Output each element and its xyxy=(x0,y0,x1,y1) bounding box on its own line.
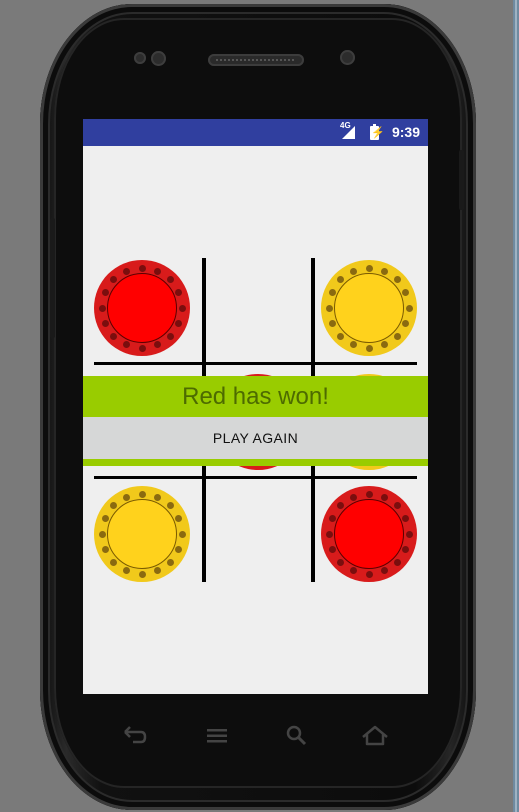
chip-pip xyxy=(178,304,186,312)
cell-bottom-right[interactable] xyxy=(321,486,417,582)
search-icon[interactable] xyxy=(282,724,312,752)
chip-pip xyxy=(175,289,183,297)
chip-pip xyxy=(380,493,388,501)
grid-line-horizontal-top xyxy=(94,362,417,365)
chip-pip xyxy=(393,332,401,340)
chip-pip xyxy=(380,267,388,275)
chip-pip xyxy=(393,502,401,510)
chip-pip xyxy=(153,341,161,349)
chip-pip xyxy=(402,289,410,297)
chip-pip xyxy=(175,319,183,327)
signal-icon xyxy=(342,126,355,139)
chip-pip xyxy=(328,319,336,327)
winner-message: Red has won! xyxy=(182,383,329,410)
chip-pip xyxy=(138,264,146,272)
chip-pip xyxy=(402,515,410,523)
chip-pip xyxy=(175,515,183,523)
chip-pip xyxy=(110,332,118,340)
chip-pip xyxy=(380,341,388,349)
cell-top-left[interactable] xyxy=(94,260,190,356)
chip-pip xyxy=(365,570,373,578)
chip-pip xyxy=(153,567,161,575)
chip-pip xyxy=(365,490,373,498)
menu-icon[interactable] xyxy=(202,726,232,750)
chip-pip xyxy=(166,558,174,566)
volume-button xyxy=(50,218,55,338)
earpiece-speaker xyxy=(208,54,304,66)
cell-top-right[interactable] xyxy=(321,260,417,356)
chip-pip xyxy=(405,304,413,312)
chip-pip xyxy=(153,267,161,275)
chip-pip xyxy=(402,545,410,553)
chip-pip xyxy=(166,502,174,510)
chip-pip xyxy=(325,304,333,312)
chip-pip xyxy=(325,530,333,538)
chip-pip xyxy=(175,545,183,553)
win-banner-bottom xyxy=(83,459,428,466)
chip-pip xyxy=(337,332,345,340)
front-sensor xyxy=(134,52,146,64)
chip-pip xyxy=(328,289,336,297)
back-icon[interactable] xyxy=(120,724,150,750)
chip-pip xyxy=(123,493,131,501)
chip-pip xyxy=(350,493,358,501)
status-time: 9:39 xyxy=(391,124,420,140)
play-again-button[interactable]: PLAY AGAIN xyxy=(83,417,428,459)
light-sensor xyxy=(151,51,166,66)
chip-pip xyxy=(337,502,345,510)
chip-pip xyxy=(123,567,131,575)
chip-pip xyxy=(98,304,106,312)
front-camera xyxy=(340,50,355,65)
win-dialog: Red has won! PLAY AGAIN xyxy=(83,376,428,466)
chip-pip xyxy=(178,530,186,538)
chip-pip xyxy=(365,344,373,352)
chip-pip xyxy=(101,545,109,553)
chip-pip xyxy=(166,276,174,284)
chip-pip xyxy=(380,567,388,575)
chip-pip xyxy=(328,545,336,553)
chip-pip xyxy=(110,502,118,510)
chip-pip xyxy=(350,267,358,275)
chip-pip xyxy=(123,341,131,349)
battery-icon: ⚡ xyxy=(370,124,385,140)
phone-screen: 4G ⚡ 9:39 Red has won! PLAY AGAIN xyxy=(83,119,428,694)
chip-pip xyxy=(166,332,174,340)
chip-pip xyxy=(101,515,109,523)
status-bar: 4G ⚡ 9:39 xyxy=(83,119,428,146)
chip-pip xyxy=(101,289,109,297)
chip-pip xyxy=(393,276,401,284)
chip-pip xyxy=(402,319,410,327)
home-icon[interactable] xyxy=(360,724,390,752)
chip-pip xyxy=(337,558,345,566)
chip-pip xyxy=(110,558,118,566)
chip-pip xyxy=(328,515,336,523)
chip-pip xyxy=(350,341,358,349)
chip-pip xyxy=(138,490,146,498)
chip-pip xyxy=(405,530,413,538)
power-button xyxy=(459,150,464,210)
chip-pip xyxy=(393,558,401,566)
chip-pip xyxy=(110,276,118,284)
chip-pip xyxy=(101,319,109,327)
grid-line-horizontal-bottom xyxy=(94,476,417,479)
chip-pip xyxy=(153,493,161,501)
chip-pip xyxy=(337,276,345,284)
chip-pip xyxy=(350,567,358,575)
chip-pip xyxy=(123,267,131,275)
window-edge-highlight xyxy=(515,0,517,812)
chip-pip xyxy=(138,344,146,352)
chip-pip xyxy=(365,264,373,272)
chip-pip xyxy=(138,570,146,578)
chip-pip xyxy=(98,530,106,538)
cell-bottom-left[interactable] xyxy=(94,486,190,582)
